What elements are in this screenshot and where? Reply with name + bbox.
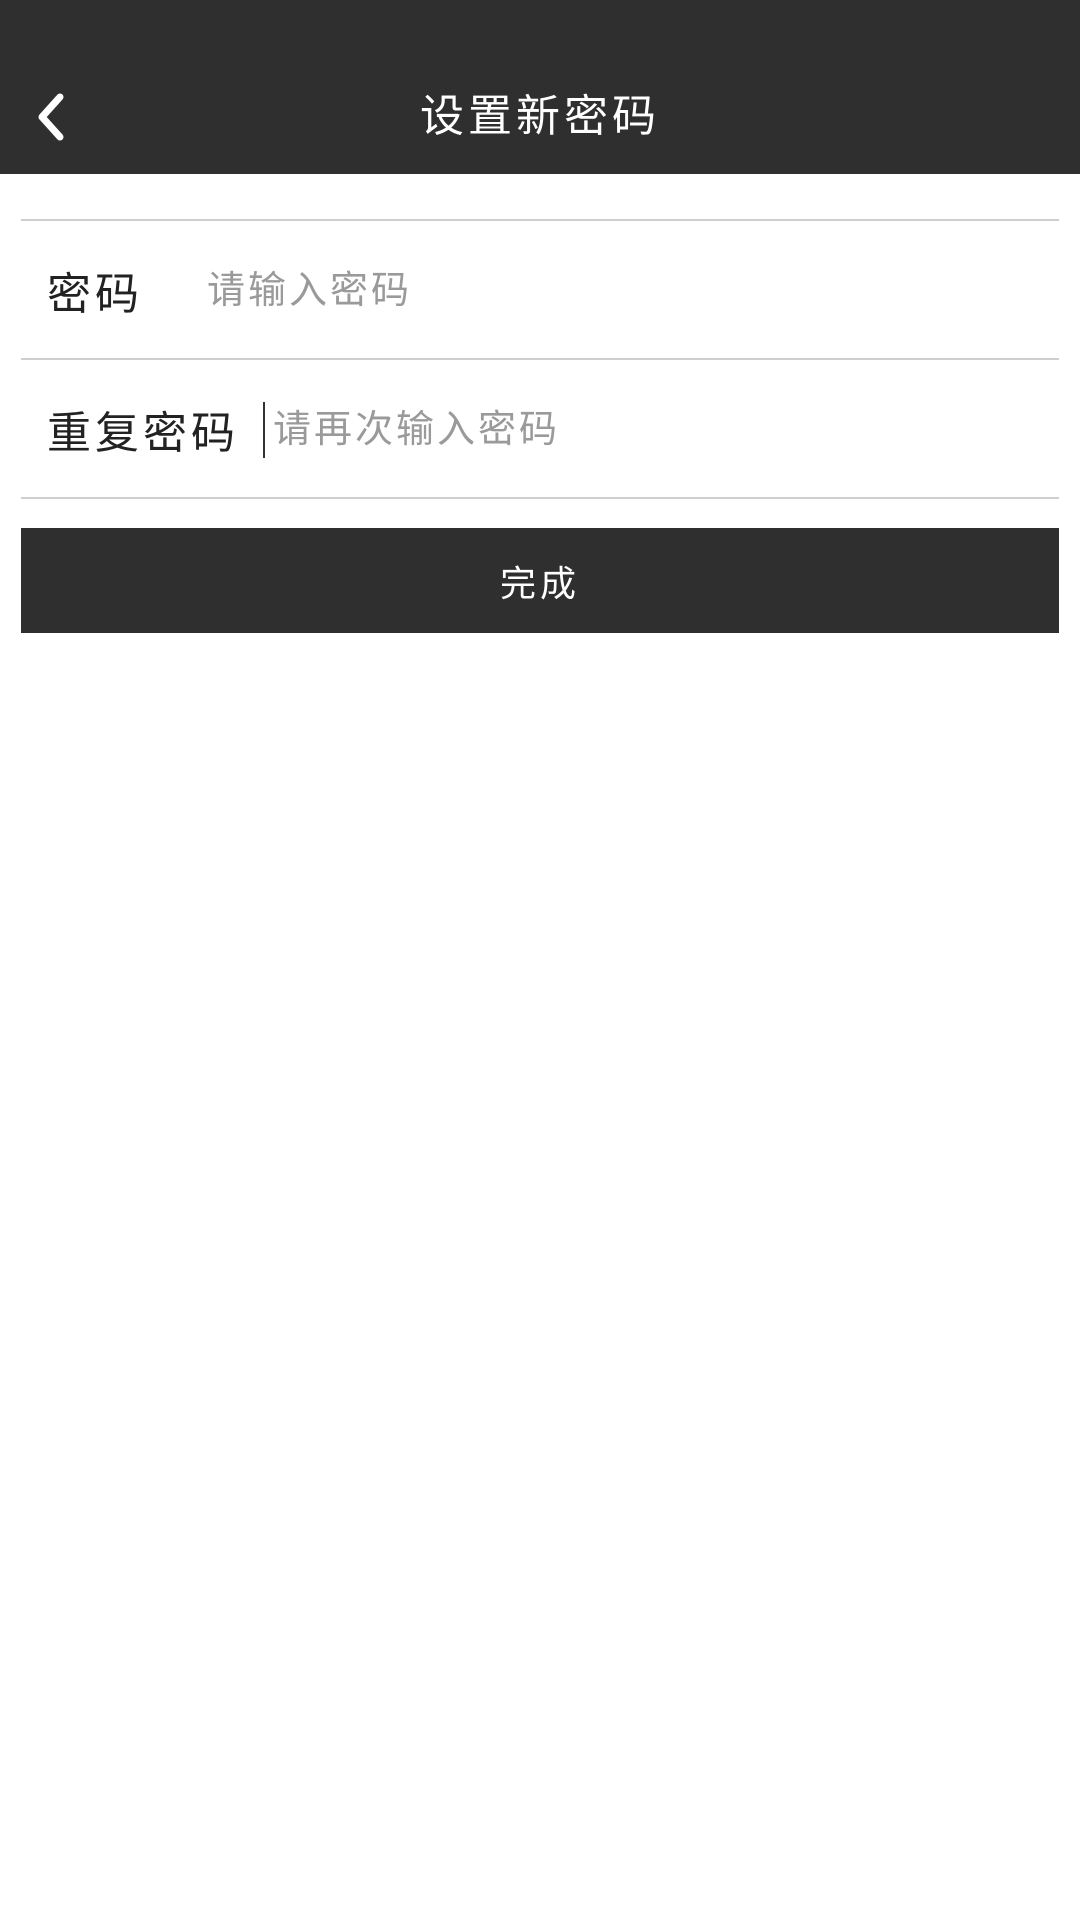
password-input[interactable] xyxy=(207,251,1027,329)
password-label: 密码 xyxy=(47,268,143,320)
page-title: 设置新密码 xyxy=(420,91,660,142)
status-bar xyxy=(0,0,1080,60)
repeat-password-row: 重复密码 xyxy=(21,360,1059,497)
done-button[interactable]: 完成 xyxy=(21,528,1059,633)
password-form: 密码 重复密码 xyxy=(21,219,1059,499)
repeat-password-input[interactable] xyxy=(267,390,1033,468)
password-row: 密码 xyxy=(21,221,1059,358)
text-cursor xyxy=(263,402,265,458)
repeat-password-label: 重复密码 xyxy=(47,407,239,459)
navigation-bar: 设置新密码 xyxy=(0,60,1080,174)
divider xyxy=(21,497,1059,499)
set-new-password-screen: 设置新密码 密码 重复密码 完成 xyxy=(0,0,1080,1920)
